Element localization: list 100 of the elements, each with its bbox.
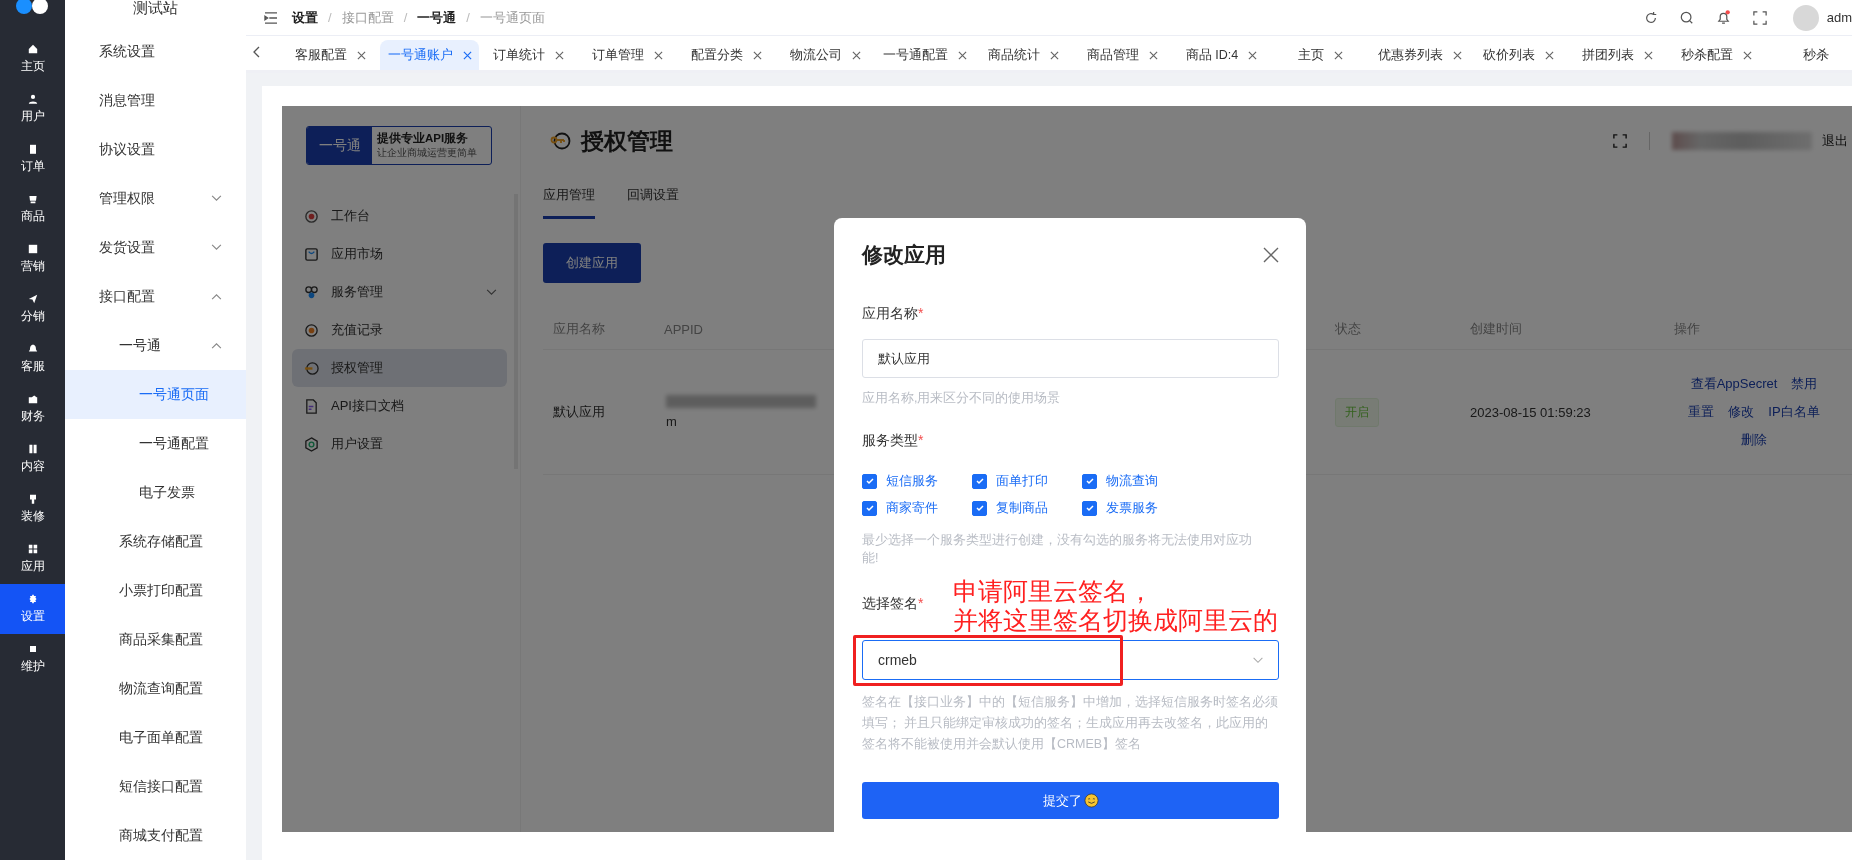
- menu-item[interactable]: 小票打印配置: [65, 566, 246, 615]
- field-label: 选择签名: [862, 594, 918, 613]
- breadcrumb-item[interactable]: 一号通: [417, 8, 457, 27]
- nav-item[interactable]: 营销: [0, 234, 65, 284]
- column-header: APPID: [663, 321, 704, 337]
- logo-subtitle: 让企业商城运营更简单: [377, 146, 477, 160]
- field-label: 服务类型: [862, 431, 918, 450]
- table-cell-text: 2023-08-15 01:59:23: [1469, 404, 1592, 420]
- required-mark: *: [918, 304, 924, 323]
- page-tab[interactable]: 主页: [1271, 40, 1370, 70]
- menu-item[interactable]: 应用市场: [292, 235, 507, 273]
- page-tab[interactable]: 一号通账户: [380, 40, 479, 70]
- page-tab[interactable]: 客服配置: [281, 40, 380, 70]
- breadcrumb-separator: /: [328, 10, 332, 25]
- page-title: 授权管理: [581, 126, 673, 156]
- submit-button[interactable]: 提交了: [862, 782, 1279, 819]
- tab[interactable]: 回调设置: [627, 186, 679, 219]
- breadcrumb-separator: /: [466, 10, 470, 25]
- nav-item[interactable]: 主页: [0, 34, 65, 84]
- menu-item[interactable]: 商城支付配置: [65, 811, 246, 860]
- logo-title: 提供专业API服务: [377, 131, 470, 146]
- signature-select[interactable]: crmeb: [862, 640, 1279, 680]
- tab[interactable]: 应用管理: [543, 186, 595, 219]
- nav-item[interactable]: 分销: [0, 284, 65, 334]
- breadcrumb-separator: /: [403, 10, 408, 25]
- app-name-field[interactable]: 默认应用: [862, 339, 1279, 378]
- nav-item[interactable]: 商品: [0, 184, 65, 234]
- column-header: 创建时间: [1469, 320, 1523, 338]
- menu-item[interactable]: 一号通页面: [65, 370, 246, 419]
- menu-item[interactable]: 充值记录: [292, 311, 507, 349]
- menu-item[interactable]: 授权管理: [292, 349, 507, 387]
- action-link[interactable]: IP白名单: [1768, 403, 1820, 421]
- logout-link[interactable]: 退出: [1822, 132, 1848, 150]
- nav-item[interactable]: 设置: [0, 584, 65, 634]
- page-tab[interactable]: 秒杀配置: [1667, 40, 1766, 70]
- site-title: 测试站: [133, 0, 178, 18]
- service-checkbox[interactable]: 商家寄件: [862, 498, 972, 518]
- field-label: 应用名称: [862, 304, 918, 323]
- page-tab[interactable]: 物流公司: [776, 40, 875, 70]
- page-tab[interactable]: 订单统计: [479, 40, 578, 70]
- dialog-title: 修改应用: [862, 242, 946, 268]
- menu-item[interactable]: 短信接口配置: [65, 762, 246, 811]
- menu-item[interactable]: 电子面单配置: [65, 713, 246, 762]
- menu-item[interactable]: 一号通: [65, 321, 246, 370]
- menu-item[interactable]: 协议设置: [65, 125, 246, 174]
- menu-item[interactable]: 物流查询配置: [65, 664, 246, 713]
- page-tab[interactable]: 秒杀: [1766, 40, 1852, 70]
- required-mark: *: [918, 431, 924, 450]
- nav-item[interactable]: 内容: [0, 434, 65, 484]
- menu-item[interactable]: 商品采集配置: [65, 615, 246, 664]
- service-checkbox[interactable]: 物流查询: [1082, 471, 1192, 491]
- nav-item[interactable]: 客服: [0, 334, 65, 384]
- menu-item[interactable]: 用户设置: [292, 425, 507, 463]
- nav-item[interactable]: 维护: [0, 634, 65, 684]
- column-header: 应用名称: [552, 320, 606, 338]
- service-checkbox[interactable]: 面单打印: [972, 471, 1082, 491]
- required-mark: *: [918, 594, 924, 613]
- status-tag: 开启: [1335, 397, 1379, 427]
- nav-item[interactable]: 应用: [0, 534, 65, 584]
- page-tab[interactable]: 优惠券列表: [1370, 40, 1469, 70]
- menu-item[interactable]: 消息管理: [65, 76, 246, 125]
- page-tab[interactable]: 配置分类: [677, 40, 776, 70]
- menu-item[interactable]: 系统设置: [65, 27, 246, 76]
- field-hint: 应用名称,用来区分不同的使用场景: [862, 390, 1062, 407]
- menu-item[interactable]: 一号通配置: [65, 419, 246, 468]
- page-tab[interactable]: 订单管理: [578, 40, 677, 70]
- menu-item[interactable]: 服务管理: [292, 273, 507, 311]
- menu-item[interactable]: 接口配置: [65, 272, 246, 321]
- nav-item[interactable]: 财务: [0, 384, 65, 434]
- menu-item[interactable]: 管理权限: [65, 174, 246, 223]
- menu-item[interactable]: 工作台: [292, 197, 507, 235]
- logo-mark: 一号通: [307, 127, 372, 164]
- page-tab[interactable]: 拼团列表: [1568, 40, 1667, 70]
- menu-item[interactable]: 发货设置: [65, 223, 246, 272]
- page-tab[interactable]: 砍价列表: [1469, 40, 1568, 70]
- action-link[interactable]: 删除: [1741, 431, 1767, 449]
- page-tab[interactable]: 一号通配置: [875, 40, 974, 70]
- action-link[interactable]: 重置: [1688, 403, 1715, 421]
- table-cell: m: [666, 414, 677, 429]
- action-link[interactable]: 查看AppSecret: [1690, 375, 1778, 393]
- action-link[interactable]: 禁用: [1791, 375, 1818, 393]
- table-cell-text: 默认应用: [552, 403, 606, 421]
- nav-item[interactable]: 订单: [0, 134, 65, 184]
- page-tab[interactable]: 商品管理: [1073, 40, 1172, 70]
- user-name[interactable]: adm: [1826, 10, 1852, 25]
- breadcrumb-item[interactable]: 设置: [292, 8, 318, 27]
- menu-item[interactable]: 系统存储配置: [65, 517, 246, 566]
- action-link[interactable]: 修改: [1728, 403, 1755, 421]
- nav-item[interactable]: 用户: [0, 84, 65, 134]
- field-hint: 签名在【接口业务】中的【短信服务】中增加，选择短信服务时签名必须填写； 并且只能绑定审核成功的签名；生成应用再去改签名，此应用的签名将不能被使用并会默认使用【CRMEB】签名: [862, 694, 1279, 753]
- menu-item[interactable]: API接口文档: [292, 387, 507, 425]
- service-checkbox[interactable]: 复制商品: [972, 498, 1082, 518]
- annotation-text: 申请阿里云签名，: [953, 577, 1153, 606]
- service-checkbox[interactable]: 短信服务: [862, 471, 972, 491]
- service-checkbox[interactable]: 发票服务: [1082, 498, 1192, 518]
- create-app-button[interactable]: 创建应用: [543, 243, 641, 283]
- menu-item[interactable]: 电子发票: [65, 468, 246, 517]
- nav-item[interactable]: 装修: [0, 484, 65, 534]
- page-tab[interactable]: 商品统计: [974, 40, 1073, 70]
- page-tab[interactable]: 商品 ID:4: [1172, 40, 1271, 70]
